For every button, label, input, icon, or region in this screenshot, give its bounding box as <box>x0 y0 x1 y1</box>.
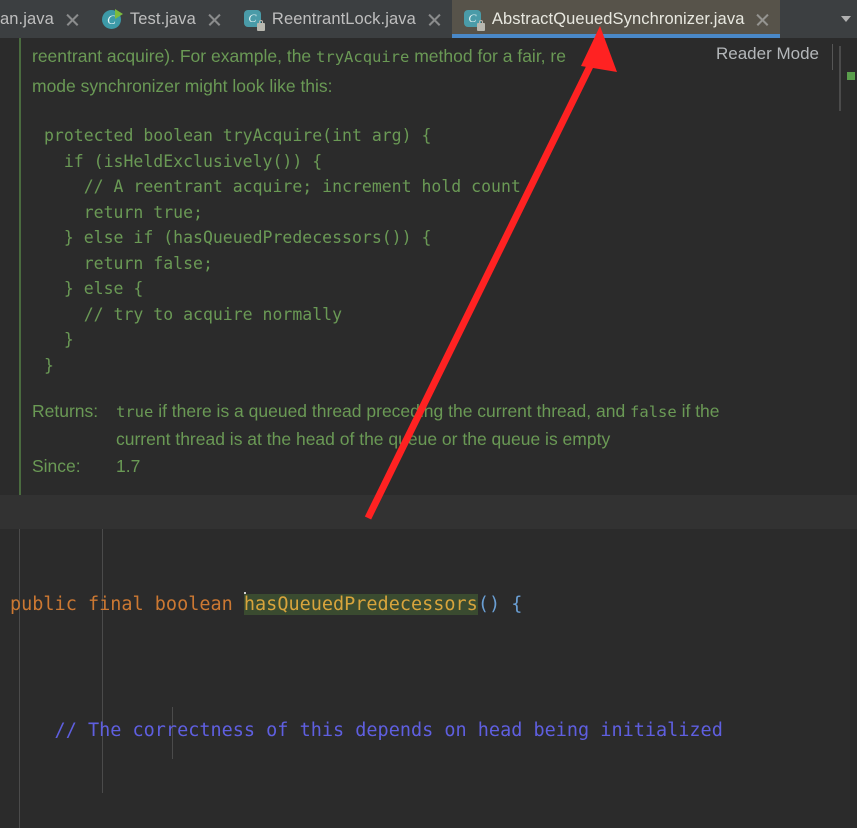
editor-tab-bar: an.java C Test.java C ReentrantLock.java… <box>0 0 857 38</box>
doc-returns-row-continued: current thread is at the head of the que… <box>32 426 857 453</box>
doc-inline-code: true <box>116 403 154 421</box>
chevron-down-icon <box>841 16 851 22</box>
doc-since-value: 1.7 <box>116 456 141 476</box>
doc-text: if there is a queued thread preceding th… <box>153 401 631 421</box>
tab-reentrantlock-java[interactable]: C ReentrantLock.java <box>231 0 452 38</box>
doc-inline-code: tryAcquire <box>316 48 410 66</box>
code-lines: public final boolean hasQueuedPredecesso… <box>0 495 766 828</box>
scrollbar-track[interactable] <box>839 46 841 111</box>
code-modifiers: public final boolean <box>10 594 244 615</box>
doc-spacer <box>32 426 116 453</box>
doc-left-accent-bar <box>19 38 21 495</box>
tab-label: ReentrantLock.java <box>271 9 416 28</box>
close-icon[interactable] <box>65 12 80 27</box>
code-suffix: () { <box>477 594 523 615</box>
close-icon[interactable] <box>755 12 770 27</box>
doc-returns-value: true if there is a queued thread precedi… <box>116 398 857 426</box>
doc-returns-label: Returns: <box>32 401 99 421</box>
toolbar-divider <box>832 44 833 70</box>
tab-label: AbstractQueuedSynchronizer.java <box>491 9 745 28</box>
doc-since-row: Since: 1.7 <box>32 453 857 480</box>
doc-inline-code: false <box>630 403 677 421</box>
doc-code-sample: protected boolean tryAcquire(int arg) { … <box>44 126 521 375</box>
doc-text: reentrant acquire). For example, the <box>32 46 317 66</box>
java-runnable-class-icon: C <box>101 8 123 29</box>
code-editor[interactable]: public final boolean hasQueuedPredecesso… <box>0 495 857 828</box>
tab-label: Test.java <box>129 9 196 28</box>
doc-since-label: Since: <box>32 456 81 476</box>
doc-text: if the <box>676 401 720 421</box>
doc-returns-row: Returns: true if there is a queued threa… <box>32 398 857 426</box>
tab-abstractqueuedsynchronizer-java[interactable]: C AbstractQueuedSynchronizer.java <box>451 0 781 38</box>
selected-method-name[interactable]: hasQueuedPredecessors <box>243 594 478 615</box>
doc-text: method for a fair, re <box>409 46 566 66</box>
code-line[interactable]: // The correctness of this depends on he… <box>0 715 766 746</box>
doc-content: reentrant acquire). For example, the try… <box>32 38 857 480</box>
doc-returns-value-line2: current thread is at the head of the que… <box>116 429 611 449</box>
documentation-popup: reentrant acquire). For example, the try… <box>0 38 857 495</box>
tab-test-java[interactable]: C Test.java <box>89 0 232 38</box>
vcs-change-marker-icon <box>847 72 855 80</box>
tab-overflow-button[interactable] <box>833 0 857 38</box>
reader-mode-label[interactable]: Reader Mode <box>716 44 819 64</box>
doc-paragraph-line-2: mode synchronizer might look like this: <box>32 76 333 96</box>
code-line-signature[interactable]: public final boolean hasQueuedPredecesso… <box>0 588 766 622</box>
java-class-locked-icon: C <box>463 9 485 31</box>
java-class-locked-icon: C <box>243 9 265 31</box>
doc-tag-sections: Returns: true if there is a queued threa… <box>32 398 857 480</box>
close-icon[interactable] <box>207 12 222 27</box>
tab-main-java[interactable]: an.java <box>0 0 90 38</box>
close-icon[interactable] <box>427 12 442 27</box>
tab-label: an.java <box>0 9 54 28</box>
code-comment: // The correctness of this depends on he… <box>10 720 723 741</box>
